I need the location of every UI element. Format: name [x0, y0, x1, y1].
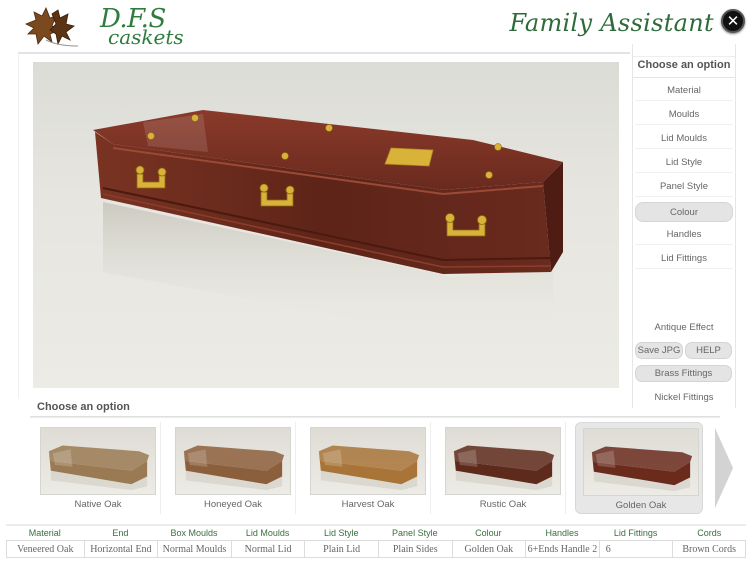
summary-value: Golden Oak	[451, 540, 526, 558]
option-harvest-oak[interactable]: Harvest Oak	[303, 422, 431, 514]
summary-value: 6+Ends Handle 2	[525, 540, 599, 558]
summary-header: Material	[28, 528, 61, 538]
summary-header: Panel Style	[392, 528, 438, 538]
option-label: Harvest Oak	[341, 499, 395, 510]
name-plate	[384, 147, 434, 167]
summary-header: Box Moulds	[170, 528, 218, 538]
casket-preview	[33, 62, 619, 388]
close-icon: ✕	[726, 12, 740, 30]
option-thumbnail	[583, 428, 699, 496]
option-label: Rustic Oak	[479, 499, 527, 510]
menu-handles[interactable]: Handles	[635, 225, 733, 245]
menu-lid-fittings[interactable]: Lid Fittings	[635, 249, 733, 269]
menu-colour[interactable]: Colour	[635, 202, 733, 222]
summary-header: Lid Fittings	[613, 528, 658, 538]
summary-value: Plain Lid	[304, 540, 378, 558]
option-rustic-oak[interactable]: Rustic Oak	[438, 422, 566, 514]
help-button[interactable]: HELP	[685, 342, 732, 359]
option-label: Golden Oak	[615, 500, 667, 511]
summary-header: Lid Moulds	[245, 528, 290, 538]
menu-panel-style[interactable]: Panel Style	[635, 177, 733, 197]
next-arrow-icon[interactable]	[711, 422, 735, 514]
menu-material[interactable]: Material	[635, 81, 733, 101]
casket-render	[93, 110, 563, 337]
option-thumbnail	[445, 427, 561, 495]
option-thumbnail	[175, 427, 291, 495]
brand-logo: D.F.S caskets	[20, 4, 184, 48]
selection-summary: Material End Box Moulds Lid Moulds Lid Style…	[6, 524, 746, 558]
option-label: Honeyed Oak	[203, 499, 263, 510]
options-divider	[30, 416, 720, 418]
save-jpg-button[interactable]: Save JPG	[635, 342, 683, 359]
option-thumbnail	[40, 427, 156, 495]
menu-moulds[interactable]: Moulds	[635, 105, 733, 125]
summary-value: Brown Cords	[672, 540, 746, 558]
options-heading: Choose an option	[37, 401, 130, 413]
summary-value: 6	[598, 540, 673, 558]
menu-lid-moulds[interactable]: Lid Moulds	[635, 129, 733, 149]
summary-header: Lid Style	[323, 528, 359, 538]
option-label: Native Oak	[74, 499, 122, 510]
side-panel-heading: Choose an option	[633, 56, 735, 78]
summary-header: Colour	[475, 528, 502, 538]
summary-header: End	[112, 528, 129, 538]
menu-lid-style[interactable]: Lid Style	[635, 153, 733, 173]
app-title: Family Assistant	[509, 9, 714, 37]
side-options-panel: Choose an option Material Moulds Lid Mou…	[632, 44, 736, 408]
summary-value: Normal Lid	[230, 540, 305, 558]
summary-value: Horizontal End	[83, 540, 158, 558]
summary-value: Veneered Oak	[6, 540, 84, 558]
brand-subtitle: caskets	[108, 25, 184, 49]
option-native-oak[interactable]: Native Oak	[33, 422, 161, 514]
summary-value: Plain Sides	[377, 540, 452, 558]
nickel-fittings-button[interactable]: Nickel Fittings	[635, 392, 733, 403]
summary-header: Handles	[545, 528, 579, 538]
antique-effect-button[interactable]: Antique Effect	[635, 322, 733, 333]
summary-value: Normal Moulds	[157, 540, 231, 558]
option-thumbnail	[310, 427, 426, 495]
option-golden-oak[interactable]: Golden Oak	[575, 422, 703, 514]
option-honeyed-oak[interactable]: Honeyed Oak	[168, 422, 296, 514]
summary-header: Cords	[697, 528, 722, 538]
close-button[interactable]: ✕	[721, 9, 745, 33]
brass-fittings-button[interactable]: Brass Fittings	[635, 365, 732, 382]
oak-leaves-icon	[25, 7, 79, 47]
